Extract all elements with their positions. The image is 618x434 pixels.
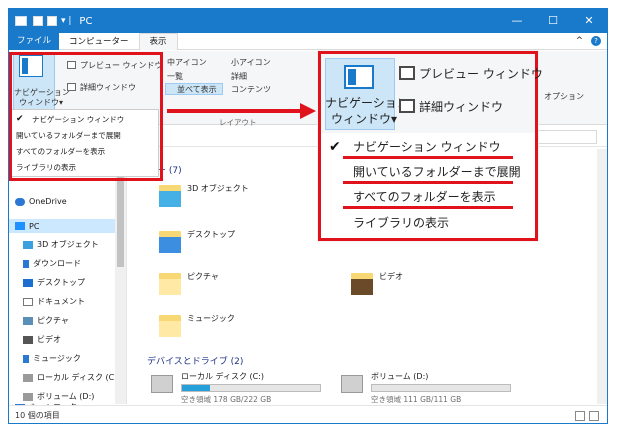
music-icon	[23, 354, 29, 363]
cube-icon	[23, 240, 33, 249]
drive-label: ボリューム (D:)	[371, 372, 429, 381]
zoom-nav-label-1: ナビゲーション	[325, 96, 409, 110]
navigation-pane: OneDrive PC 3D オブジェクト ダウンロード デスクトップ ドキュメ…	[9, 149, 127, 404]
window-title: PC	[79, 15, 93, 27]
sidebar-item-music[interactable]: ミュージック	[23, 353, 81, 364]
pc-icon	[15, 222, 25, 230]
sidebar-item-desktop[interactable]: デスクトップ	[23, 277, 85, 288]
desktop-icon	[23, 278, 33, 287]
folder-icon	[159, 313, 181, 339]
volume-icon	[23, 392, 33, 401]
folder-icon	[351, 271, 373, 297]
drive-usage-bar	[181, 384, 321, 392]
sidebar-scrollbar[interactable]	[115, 149, 126, 404]
qa-dropdown-icon[interactable]: ▾ |	[61, 16, 71, 26]
list-button[interactable]: 一覧	[167, 71, 183, 82]
medium-icons-button[interactable]: 中アイコン	[167, 57, 207, 68]
folder-icon	[159, 229, 181, 255]
drive-item[interactable]: ローカル ディスク (C:) 空き領域 178 GB/222 GB	[151, 371, 321, 405]
drive-free-space: 空き領域 111 GB/111 GB	[371, 395, 462, 404]
close-button[interactable]: ✕	[571, 9, 607, 33]
highlight-box-small	[9, 52, 163, 181]
sidebar-item-volume-d[interactable]: ボリューム (D:)	[23, 391, 94, 402]
maximize-button[interactable]: ☐	[535, 9, 571, 33]
zoom-menu-item-expand: 開いているフォルダーまで展開	[353, 165, 521, 179]
folder-icon	[159, 183, 181, 209]
sidebar-item-documents[interactable]: ドキュメント	[23, 296, 85, 307]
folder-icon	[159, 271, 181, 297]
red-underline	[343, 156, 513, 159]
cloud-icon	[15, 197, 25, 206]
zoom-menu-item-show-all: すべてのフォルダーを表示	[353, 190, 496, 204]
disk-icon	[23, 373, 33, 382]
quick-access-toolbar: ▾ |	[33, 16, 71, 26]
ribbon-tabs: ファイル コンピューター 表示 ^ ?	[9, 32, 607, 50]
zoom-ribbon: ナビゲーション ウィンドウ▾ プレビュー ウィンドウ 詳細ウィンドウ	[321, 54, 543, 133]
folder-item[interactable]: デスクトップ	[159, 229, 235, 255]
drive-label: ローカル ディスク (C:)	[181, 372, 265, 381]
document-icon	[23, 297, 33, 306]
tiles-button[interactable]: 並べて表示	[177, 84, 217, 95]
download-icon	[23, 259, 29, 268]
check-icon: ✔	[329, 139, 341, 155]
sidebar-scroll-thumb[interactable]	[117, 167, 124, 267]
sidebar-item-3d[interactable]: 3D オブジェクト	[23, 239, 99, 250]
large-icons-view-icon[interactable]	[589, 411, 599, 421]
ribbon-collapse-icon[interactable]: ^	[576, 36, 583, 46]
red-underline	[343, 181, 513, 184]
zoom-details-label: 詳細ウィンドウ	[419, 100, 504, 114]
folder-item[interactable]: 3D オブジェクト	[159, 183, 249, 209]
zoom-menu-item-libraries: ライブラリの表示	[353, 216, 450, 230]
tab-computer[interactable]: コンピューター	[59, 35, 139, 47]
drive-free-space: 空き領域 178 GB/222 GB	[181, 395, 272, 404]
content-view-button[interactable]: コンテンツ	[231, 84, 271, 95]
new-folder-icon[interactable]	[47, 16, 57, 26]
title-bar: ▾ | PC — ☐ ✕	[9, 9, 607, 33]
zoom-menu-item-nav-pane: ✔ ナビゲーション ウィンドウ	[329, 139, 501, 155]
windows-drive-icon	[151, 375, 173, 393]
sidebar-item-videos[interactable]: ビデオ	[23, 334, 61, 345]
item-count: 10 個の項目	[15, 411, 60, 420]
tab-file[interactable]: ファイル	[9, 32, 60, 50]
picture-icon	[23, 316, 33, 325]
folder-item[interactable]: ミュージック	[159, 313, 235, 339]
minimize-button[interactable]: —	[499, 9, 535, 33]
sidebar-item-downloads[interactable]: ダウンロード	[23, 258, 81, 269]
drive-usage-fill	[182, 385, 210, 391]
folder-item[interactable]: ビデオ	[351, 271, 403, 297]
status-bar: 10 個の項目	[9, 405, 607, 423]
callout-arrow	[167, 109, 302, 113]
drive-icon	[341, 375, 363, 393]
folder-item[interactable]: ピクチャ	[159, 271, 219, 297]
sidebar-item-pc[interactable]: PC	[9, 219, 115, 233]
drive-usage-bar	[371, 384, 511, 392]
properties-icon[interactable]	[33, 16, 43, 26]
content-scrollbar[interactable]	[597, 149, 607, 404]
drive-item[interactable]: ボリューム (D:) 空き領域 111 GB/111 GB	[341, 371, 511, 405]
options-button[interactable]: オプション	[544, 91, 584, 102]
sidebar-item-local-disk[interactable]: ローカル ディスク (C	[23, 372, 114, 383]
details-view-button[interactable]: 詳細	[231, 71, 247, 82]
nav-pane-icon	[344, 65, 374, 89]
drives-group-header[interactable]: デバイスとドライブ (2)	[147, 354, 243, 367]
details-pane-icon	[399, 99, 415, 113]
details-view-icon[interactable]	[575, 411, 585, 421]
help-icon[interactable]: ?	[591, 36, 601, 46]
callout-arrow-head	[300, 103, 316, 119]
zoom-nav-label-2: ウィンドウ▾	[331, 112, 398, 126]
window-controls: — ☐ ✕	[499, 9, 607, 33]
sidebar-item-pictures[interactable]: ピクチャ	[23, 315, 69, 326]
red-underline	[343, 206, 513, 209]
tab-view[interactable]: 表示	[138, 32, 178, 50]
preview-pane-icon	[399, 66, 415, 80]
pc-icon	[15, 16, 27, 26]
sidebar-item-onedrive[interactable]: OneDrive	[15, 197, 67, 206]
zoom-preview-label: プレビュー ウィンドウ	[419, 67, 543, 81]
video-icon	[23, 335, 33, 344]
small-icons-button[interactable]: 小アイコン	[231, 57, 271, 68]
zoom-callout: ナビゲーション ウィンドウ▾ プレビュー ウィンドウ 詳細ウィンドウ ✔ ナビゲ…	[318, 51, 543, 241]
